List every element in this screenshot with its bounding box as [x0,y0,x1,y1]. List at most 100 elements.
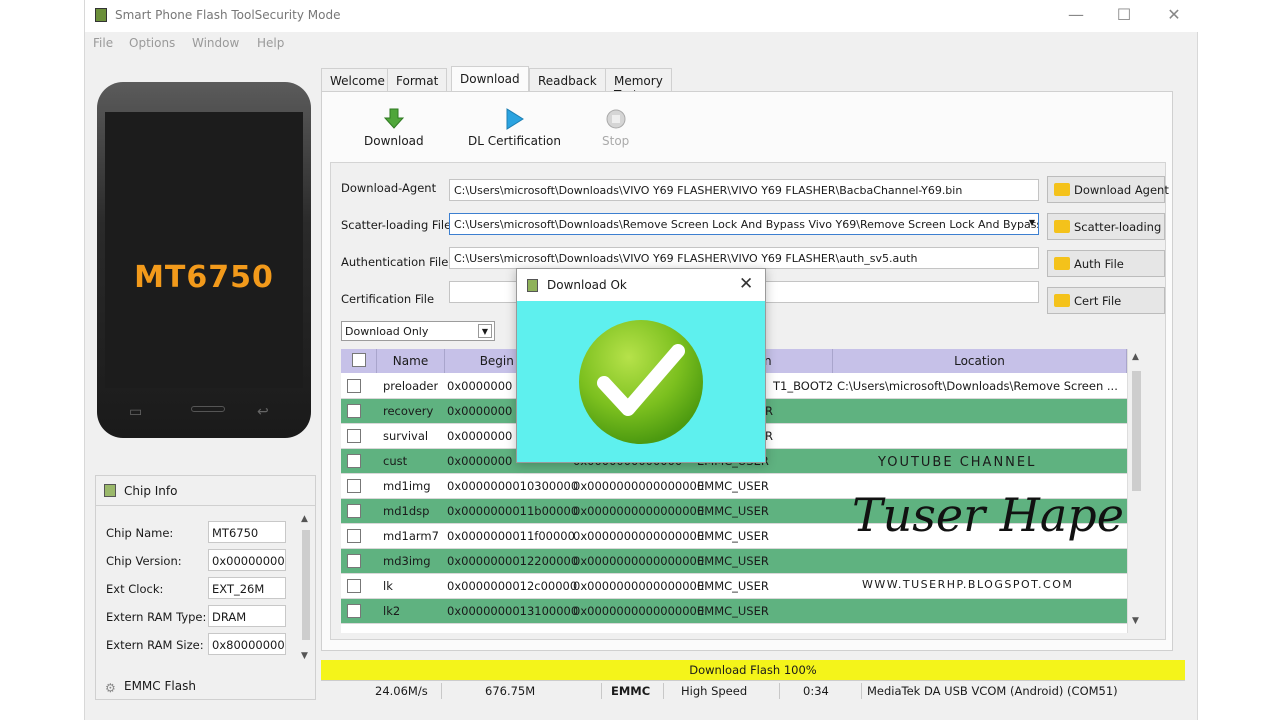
chip-name-label: Chip Name: [106,526,174,540]
region: T1_BOOT2 [773,379,834,393]
dl-certification-label: DL Certification [468,134,561,148]
cert-file-button-label: Cert File [1074,294,1122,308]
phone-screen [105,112,303,388]
column-header-location[interactable]: Location [833,349,1127,373]
scroll-down-icon[interactable]: ▼ [1132,616,1139,626]
minimize-button[interactable]: — [1061,4,1091,26]
chevron-down-icon[interactable]: ▼ [478,324,492,338]
tab-download[interactable]: Download [451,66,529,93]
header-checkbox-cell [341,349,377,373]
cert-file-label: Certification File [341,292,435,306]
chip-info-header: Chip Info [96,476,315,506]
partition-name: preloader [383,379,439,393]
scatter-file-value: C:\Users\microsoft\Downloads\Remove Scre… [454,218,1039,231]
chip-info-title: Chip Info [124,484,178,498]
row-checkbox[interactable] [347,379,361,393]
progress-label: Download Flash 100% [689,663,817,677]
row-checkbox[interactable] [347,579,361,593]
download-agent-button-label: Download Agent [1074,183,1169,197]
tab-format[interactable]: Format [387,68,448,92]
status-divider [861,683,862,699]
watermark-title: YOUTUBE CHANNEL [878,455,1037,470]
cert-file-button[interactable]: Cert File [1047,287,1165,314]
begin-address: 0x0000000 [447,404,513,418]
begin-address: 0x0000000012c00000 [447,579,578,593]
scroll-up-icon[interactable]: ▲ [301,514,308,524]
row-checkbox[interactable] [347,404,361,418]
status-divider [441,683,442,699]
phone-model-label: MT6750 [134,260,274,295]
partition-name: md3img [383,554,431,568]
scroll-thumb[interactable] [302,530,310,640]
gear-icon: ⚙ [105,681,116,695]
row-checkbox[interactable] [347,429,361,443]
region: EMMC_USER [697,504,769,518]
row-checkbox[interactable] [347,554,361,568]
window-title: Smart Phone Flash ToolSecurity Mode [115,8,341,22]
row-checkbox[interactable] [347,479,361,493]
row-checkbox[interactable] [347,504,361,518]
table-scrollbar[interactable]: ▲ ▼ [1127,349,1145,633]
partition-name: survival [383,429,429,443]
chip-info-scrollbar[interactable]: ▲ ▼ [297,514,315,664]
select-all-checkbox[interactable] [352,353,366,367]
chevron-down-icon[interactable]: ▼ [1029,218,1035,227]
column-header-name[interactable]: Name [377,349,445,373]
row-checkbox[interactable] [347,529,361,543]
table-row[interactable]: lk2 0x0000000013100000 0x000000000000000… [341,599,1127,624]
dl-certification-button[interactable]: DL Certification [468,108,561,148]
scroll-up-icon[interactable]: ▲ [1132,352,1139,362]
region: R [765,404,773,418]
end-address: 0x0000000000000000 [573,504,705,518]
dialog-close-button[interactable]: ✕ [739,274,753,294]
download-agent-button[interactable]: Download Agent [1047,176,1169,203]
download-mode-select[interactable]: Download Only ▼ [341,321,495,341]
table-row[interactable]: md3img 0x0000000012200000 0x000000000000… [341,549,1127,574]
stop-icon [606,109,626,129]
begin-address: 0x0000000 [447,379,513,393]
stop-button[interactable]: Stop [602,108,629,148]
scatter-file-field[interactable]: C:\Users\microsoft\Downloads\Remove Scre… [449,213,1039,235]
menu-options[interactable]: Options [129,36,175,50]
begin-address: 0x0000000 [447,454,513,468]
partition-name: md1img [383,479,431,493]
row-checkbox[interactable] [347,604,361,618]
menu-file[interactable]: File [93,36,113,50]
menu-window[interactable]: Window [192,36,239,50]
scatter-loading-button[interactable]: Scatter-loading [1047,213,1165,240]
ext-clock-label: Ext Clock: [106,582,164,596]
home-key-icon [191,406,225,412]
partition-name: md1arm7 [383,529,439,543]
row-checkbox[interactable] [347,454,361,468]
begin-address: 0x0000000011f00000 [447,529,575,543]
auth-file-label: Authentication File [341,255,449,269]
dialog-title: Download Ok [547,278,627,292]
location: C:\Users\microsoft\Downloads\Remove Scre… [837,379,1118,393]
status-storage: EMMC [611,684,651,698]
menu-help[interactable]: Help [257,36,284,50]
title-bar: Smart Phone Flash ToolSecurity Mode — ☐ … [85,0,1199,32]
play-icon [506,108,525,130]
tab-readback[interactable]: Readback [529,68,606,92]
end-address: 0x0000000000000000 [573,554,705,568]
scroll-down-icon[interactable]: ▼ [301,651,308,661]
scroll-thumb[interactable] [1132,371,1141,491]
download-ok-dialog: Download Ok ✕ [516,268,766,463]
close-button[interactable]: ✕ [1159,4,1189,26]
scatter-loading-button-label: Scatter-loading [1074,220,1162,234]
auth-file-field[interactable]: C:\Users\microsoft\Downloads\VIVO Y69 FL… [449,247,1039,269]
download-button[interactable]: Download [364,108,424,148]
tab-welcome[interactable]: Welcome [321,68,394,92]
auth-file-button[interactable]: Auth File [1047,250,1165,277]
ram-type-field: DRAM [208,605,286,627]
maximize-button[interactable]: ☐ [1109,4,1139,26]
download-agent-field[interactable]: C:\Users\microsoft\Downloads\VIVO Y69 FL… [449,179,1039,201]
tab-memory-test[interactable]: Memory Test [605,68,672,102]
begin-address: 0x0000000011b00000 [447,504,579,518]
watermark-url: WWW.TUSERHP.BLOGSPOT.COM [862,578,1074,591]
download-agent-label: Download-Agent [341,181,437,195]
menu-bar: File Options Window Help [85,32,1199,56]
end-address: 0x0000000000000000 [573,579,705,593]
folder-icon [1054,220,1070,233]
region: EMMC_USER [697,529,769,543]
